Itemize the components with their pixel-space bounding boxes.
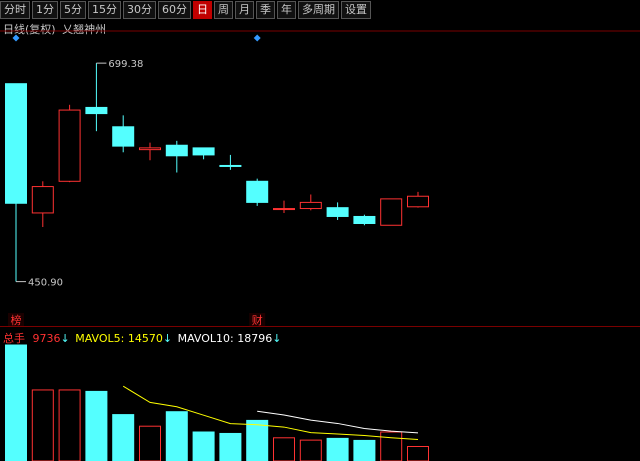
candle-body [246,180,269,203]
low-price-label: 450.90 [28,278,63,289]
volume-bar [407,446,429,461]
candle-body [380,198,403,226]
volume-bar [112,414,135,461]
volume-bar [192,431,215,461]
volume-bar [58,389,81,461]
volume-down-icon: ↓ [60,332,70,345]
candlestick-chart: 699.38 450.90 榜 财 [0,30,640,461]
ma10-label: MAVOL10: [177,332,234,345]
candle-body [112,126,135,147]
volume-bar [246,419,269,461]
ma5-label: MAVOL5: [75,332,125,345]
high-price-label: 699.38 [108,59,143,70]
candle-body [326,207,349,217]
volume-bar [139,425,161,461]
volume-bar [31,389,54,461]
ma10-value: 18796 [237,332,273,345]
candle-body [58,109,81,182]
candle-body [139,147,161,151]
volume-legend: 总手 9736↓ MAVOL5: 14570↓ MAVOL10: 18796↓ [3,330,281,346]
candle-body [31,186,54,214]
diamond-marker-0 [12,34,20,42]
candle-body [219,164,242,167]
event-marker-0: 榜 [11,313,22,327]
volume-bar [165,411,188,461]
diamond-marker-1 [253,34,261,42]
ma10-down-icon: ↓ [272,332,282,345]
ma5-value: 14570 [127,332,163,345]
mavol10-line [257,410,419,434]
volume-value: 9736 [32,332,61,345]
volume-label: 总手 [3,332,25,345]
volume-bar [219,432,242,461]
volume-bar [5,344,27,461]
candle-body [273,208,295,211]
candle-body [165,144,188,157]
volume-bar [273,437,295,461]
volume-bar [299,439,322,461]
candle-body [85,106,108,115]
event-marker-1: 财 [252,313,263,327]
candle-body [353,215,376,224]
candle-body [192,147,215,156]
ma5-down-icon: ↓ [162,332,173,345]
volume-bar [380,431,403,461]
volume-bar [326,437,349,461]
panel-divider [0,326,640,327]
volume-bar [85,390,108,461]
candle-body [407,195,429,208]
candle-body [299,201,322,210]
volume-bar [353,439,376,461]
candle-body [5,83,27,204]
